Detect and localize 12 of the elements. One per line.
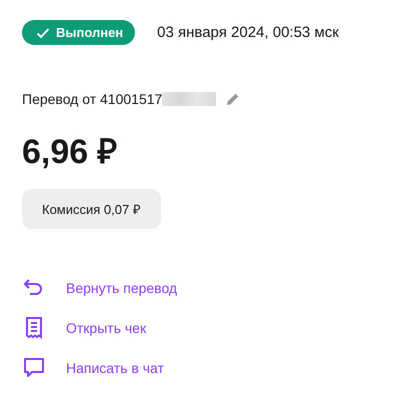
status-label: Выполнен bbox=[56, 25, 124, 40]
chat-icon bbox=[22, 357, 46, 379]
action-link[interactable]: Открыть чек bbox=[22, 317, 387, 339]
redaction-blur bbox=[162, 92, 216, 106]
check-icon bbox=[36, 26, 50, 38]
amount-text: 6,96 ₽ bbox=[22, 132, 119, 173]
pencil-icon[interactable] bbox=[226, 92, 240, 106]
commission-chip: Комиссия 0,07 ₽ bbox=[22, 189, 161, 229]
action-link[interactable]: Написать в чат bbox=[22, 357, 387, 379]
date-text: 03 января 2024, 00:53 мск bbox=[157, 24, 339, 41]
transfer-title: Перевод от 41001517 bbox=[22, 91, 162, 107]
action-link[interactable]: Вернуть перевод bbox=[22, 277, 387, 299]
